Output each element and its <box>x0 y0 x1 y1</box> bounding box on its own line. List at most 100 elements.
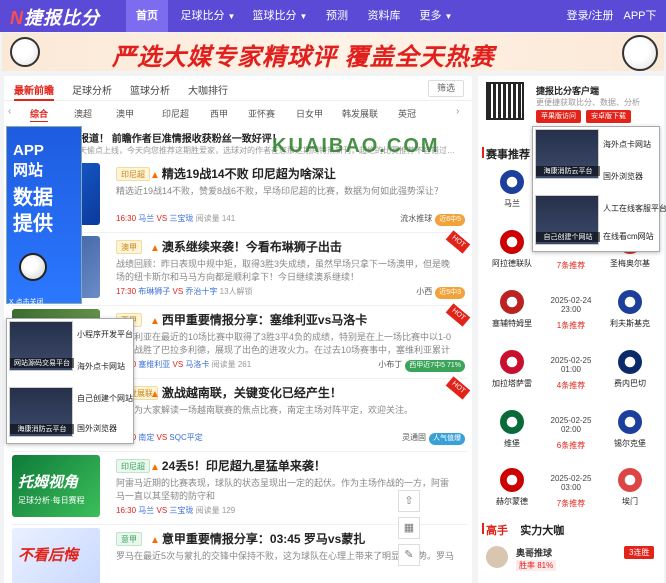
ios-download-button[interactable]: 苹果版访问 <box>536 110 581 123</box>
close-float-ad[interactable]: X 点击关闭 <box>9 297 44 307</box>
article-thumbnail[interactable]: 不看后悔 <box>12 528 100 583</box>
match-rec-item[interactable]: 维堡 2025-02-25 02:00 6条推荐 锡尔克堡 <box>478 406 664 464</box>
ad-link[interactable]: 海外点卡网站 <box>603 139 651 150</box>
article-title[interactable]: ▲ 澳系继续来袭！今看布琳狮子出击 <box>150 238 342 255</box>
fire-icon: ▲ <box>150 316 160 327</box>
home-team[interactable]: 马兰 <box>138 506 154 515</box>
author-info[interactable]: 小西 近5中3 <box>416 286 465 299</box>
subtab-league[interactable]: 澳甲 <box>116 107 134 120</box>
nav-home[interactable]: 首页 <box>126 0 168 32</box>
match-time: 2025-02-25 02:00 <box>550 416 592 434</box>
feedback-button[interactable]: ✎ <box>398 544 420 566</box>
football-icon <box>19 253 47 281</box>
chevron-down-icon: ▼ <box>444 12 453 21</box>
article-thumbnail[interactable]: 托姆视角 足球分析·每日赛程 <box>12 455 100 517</box>
app-float-ad[interactable]: APP 网站 数据 提供 X 点击关闭 <box>6 126 82 307</box>
tab-big-shots[interactable]: 实力大咖 <box>520 525 564 537</box>
nav-more[interactable]: 更多 ▼ <box>416 0 456 32</box>
promo-banner[interactable]: 严选大媒专家精球评 覆盖全天热赛 <box>2 33 664 71</box>
nav-database[interactable]: 资料库 <box>364 0 404 32</box>
subtab-all[interactable]: 综合 <box>30 107 49 122</box>
away-team: 锡尔克堡 <box>614 439 646 448</box>
notice-title: 报道！ 前瞻作者巨准情报收获粉丝一致好评！ <box>79 134 282 145</box>
match-rec-item[interactable]: 塞辅特姆里 2025-02-24 23:00 1条推荐 利夫斯基克 <box>478 286 664 344</box>
tab-expert-rank[interactable]: 大咖排行 <box>188 82 228 97</box>
vs-label: VS <box>156 506 168 515</box>
match-time: 17:30 <box>116 287 137 296</box>
away-team[interactable]: 乔治十字 <box>185 287 217 296</box>
chevron-left-icon[interactable]: ‹ <box>8 106 11 117</box>
away-team[interactable]: 三宝珑 <box>169 214 193 223</box>
article-title[interactable]: ▲ 西甲重要情报分享：塞维利亚vs马洛卡 <box>150 311 367 328</box>
ad-thumb[interactable]: 海康消防云平台 <box>9 387 74 437</box>
author-info[interactable]: 灵通固 人气值爆 <box>402 432 465 445</box>
experts-title: 高手 实力大咖 <box>481 522 564 538</box>
subtab-league[interactable]: 澳超 <box>74 107 92 120</box>
app-download-link[interactable]: APP下载 <box>620 0 660 54</box>
article-title[interactable]: ▲ 意甲重要情报分享：03:45 罗马vs蒙扎 <box>150 530 365 547</box>
subtab-league[interactable]: 印尼超 <box>162 107 189 120</box>
author-name: 小西 <box>416 287 433 296</box>
login-link[interactable]: 登录/注册 <box>566 0 614 32</box>
home-team[interactable]: 南定 <box>138 433 154 442</box>
content-tabs: 最新前瞻 足球分析 篮球分析 大咖排行 筛选 <box>4 76 472 101</box>
subtab-league[interactable]: 韩发展联 <box>342 107 378 120</box>
football-icon <box>10 37 40 67</box>
android-download-button[interactable]: 安卓版下载 <box>586 110 631 123</box>
match-rec-item[interactable]: 加拉塔萨雷 2025-02-25 01:00 4条推荐 费内巴切 <box>478 346 664 404</box>
ad-thumb[interactable]: 海康消防云平台 <box>535 129 600 179</box>
author-info[interactable]: 小布丁 西甲近7中5 71% <box>378 359 465 372</box>
home-team: 赫尔蒙德 <box>496 497 528 506</box>
author-info[interactable]: 流水推球 近6中5 <box>400 213 465 226</box>
article-title[interactable]: ▲ 激战越南联，关键变化已经产生！ <box>150 384 342 401</box>
away-team[interactable]: 三宝珑 <box>169 506 193 515</box>
article-item[interactable]: 托姆视角 足球分析·每日赛程 印尼超 ▲ 24丢5！印尼超九星猛单来袭！ 阿雷马近期的比赛… <box>12 453 467 525</box>
hot-badge: HOT <box>445 376 471 400</box>
ad-link[interactable]: 自己创建个网站 <box>77 393 133 404</box>
banner-text: 严选大媒专家精球评 覆盖全天热赛 <box>112 44 495 71</box>
back-to-top-button[interactable]: ⇧ <box>398 490 420 512</box>
tab-latest[interactable]: 最新前瞻 <box>14 82 54 101</box>
tab-football-analysis[interactable]: 足球分析 <box>72 82 112 97</box>
match-rec-item[interactable]: 赫尔蒙德 2025-02-25 03:00 7条推荐 埃门 <box>478 464 664 522</box>
subtab-league[interactable]: 日女甲 <box>296 107 323 120</box>
ad-thumb[interactable]: 自己创建个网站 <box>535 195 600 245</box>
ad-caption: 自己创建个网站 <box>536 232 600 242</box>
ad-link[interactable]: 国外浏览器 <box>603 171 643 182</box>
nav-predict[interactable]: 预测 <box>320 0 354 32</box>
home-team[interactable]: 马兰 <box>138 214 154 223</box>
away-team[interactable]: SQC平定 <box>169 433 202 442</box>
ad-thumb[interactable]: 网站源码交易平台 <box>9 321 74 371</box>
subtab-league[interactable]: 西甲 <box>210 107 228 120</box>
qr-code-button[interactable]: ▦ <box>398 517 420 539</box>
chevron-right-icon[interactable]: › <box>456 106 459 117</box>
away-team: 圣梅奥尔基 <box>610 259 650 268</box>
article-title[interactable]: ▲ 精选19战14不败 印尼超为啥深让 <box>150 165 336 182</box>
nav-football[interactable]: 足球比分 ▼ <box>178 0 238 32</box>
team-crest-icon <box>500 350 524 374</box>
watermark: KUAIBAO.COM <box>272 135 440 157</box>
nav-basketball[interactable]: 篮球比分 ▼ <box>250 0 310 32</box>
article-title[interactable]: ▲ 24丢5！印尼超九星猛单来袭！ <box>150 457 326 474</box>
ad-link[interactable]: 海外点卡网站 <box>77 361 125 372</box>
ad-link[interactable]: 人工在线客服平台 <box>603 203 666 214</box>
ad-link[interactable]: 国外浏览器 <box>77 423 117 434</box>
match-time: 2025-02-24 23:00 <box>550 296 592 314</box>
ad-link[interactable]: 小程序开发平台 <box>77 329 133 340</box>
league-tag: 印尼超 <box>116 167 150 181</box>
article-meta: 16:30 马兰 VS 三宝珑 阅读量 141 <box>116 213 235 224</box>
filter-button[interactable]: 筛选 <box>428 80 464 97</box>
subtab-league[interactable]: 亚怀赛 <box>248 107 275 120</box>
tab-basketball-analysis[interactable]: 篮球分析 <box>130 82 170 97</box>
team-crest-icon <box>618 350 642 374</box>
subtab-league[interactable]: 英冠 <box>398 107 416 120</box>
tab-masters[interactable]: 高手 <box>486 525 508 537</box>
fire-icon: ▲ <box>150 389 160 400</box>
away-team[interactable]: 马洛卡 <box>185 360 209 369</box>
ad-link[interactable]: 在线看cm网站 <box>603 231 654 242</box>
site-logo[interactable]: N捷报比分 <box>10 4 100 30</box>
home-team[interactable]: 布琳狮子 <box>138 287 170 296</box>
match-time: 16:30 <box>116 214 137 223</box>
home-team[interactable]: 塞维利亚 <box>138 360 170 369</box>
app-name: 捷报比分客户端 <box>536 86 600 96</box>
